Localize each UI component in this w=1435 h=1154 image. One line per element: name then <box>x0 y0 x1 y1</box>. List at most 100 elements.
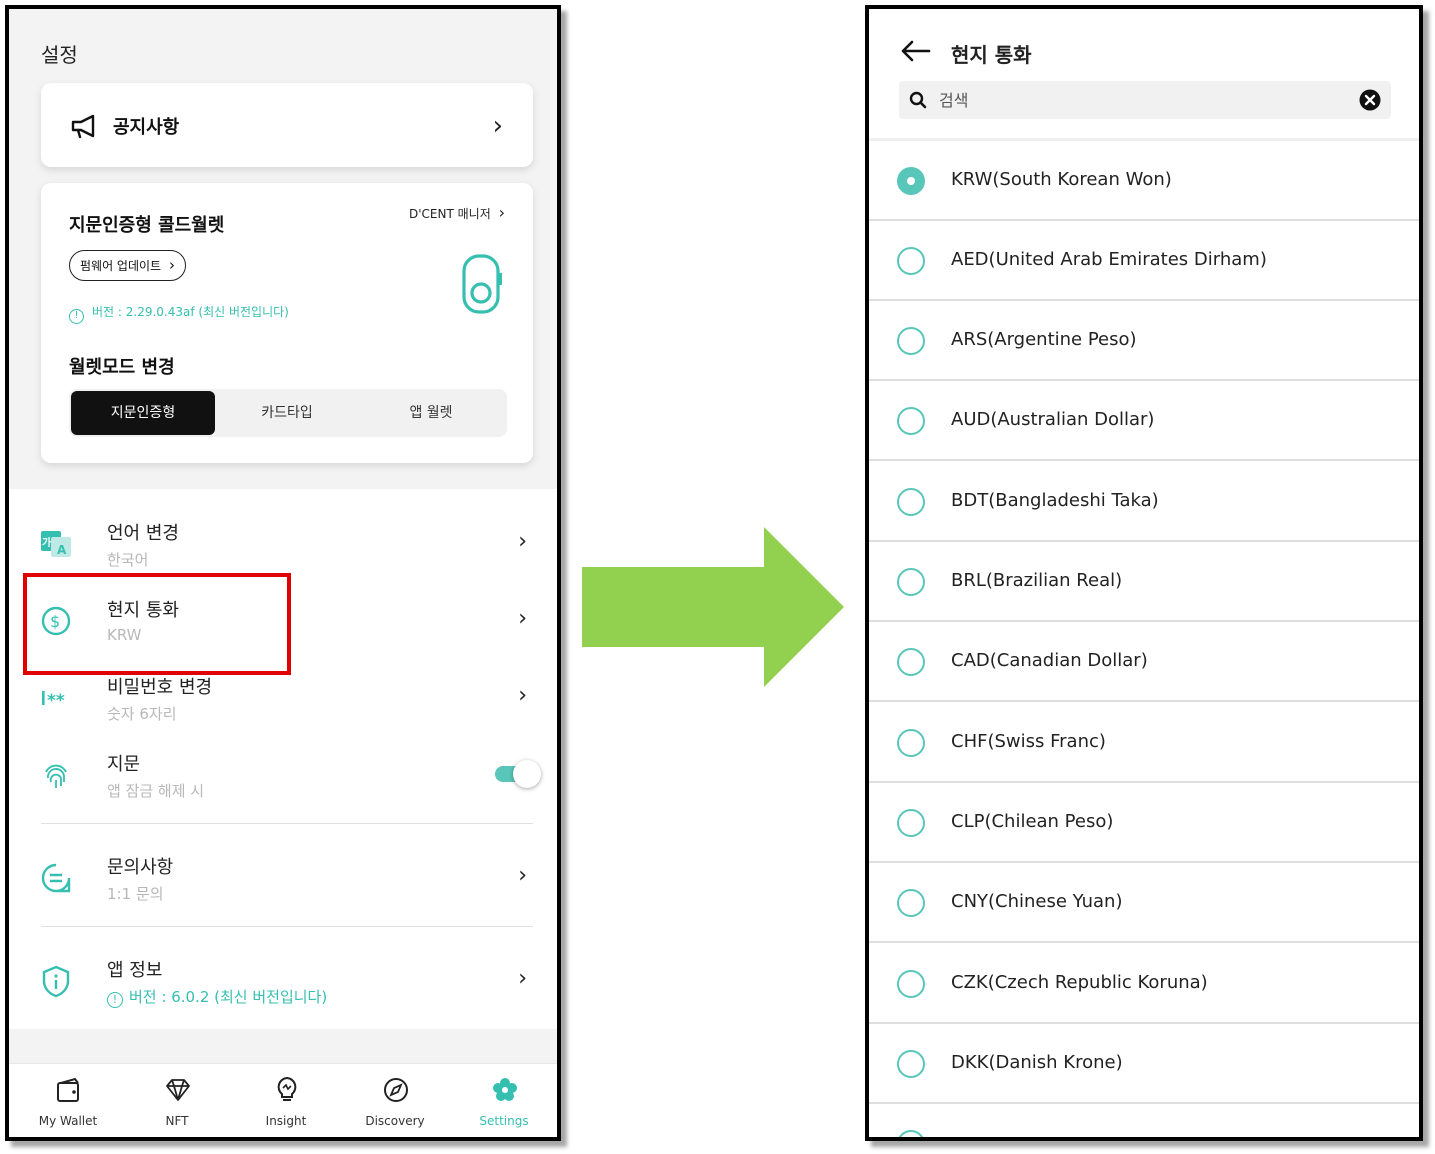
search-icon <box>909 91 927 109</box>
chevron-right-icon: › <box>518 863 527 888</box>
firmware-version: ! 버전 : 2.29.0.43af (최신 버전입니다) <box>69 303 289 324</box>
toggle-knob <box>513 760 541 788</box>
nav-label: Discovery <box>365 1114 425 1128</box>
radio-button[interactable] <box>897 648 925 676</box>
settings-list: 가 A 언어 변경 한국어 › $ 현지 통화 KRW › ** 비밀번호 변경… <box>9 489 557 1029</box>
nav-nft[interactable]: NFT <box>122 1064 232 1137</box>
chevron-right-icon: › <box>492 111 503 141</box>
nav-label: Insight <box>265 1114 307 1128</box>
radio-button[interactable] <box>897 327 925 355</box>
radio-button[interactable] <box>897 167 925 195</box>
radio-button[interactable] <box>897 407 925 435</box>
wallet-icon <box>57 1077 79 1102</box>
currency-row[interactable]: KRW(South Korean Won) <box>869 141 1419 221</box>
fingerprint-icon <box>45 764 67 788</box>
transition-arrow-icon <box>582 527 844 687</box>
nav-label: NFT <box>165 1114 189 1128</box>
radio-button[interactable] <box>897 1130 925 1137</box>
shield-icon <box>42 965 70 998</box>
currency-row[interactable]: CHF(Swiss Franc) <box>869 703 1419 783</box>
row-subtitle: 1:1 문의 <box>107 885 164 903</box>
row-title: 앱 정보 <box>107 960 163 981</box>
radio-button[interactable] <box>897 729 925 757</box>
settings-row-app-info[interactable]: 앱 정보 ! 버전 : 6.0.2 (최신 버전입니다) › <box>9 944 557 1020</box>
nav-my-wallet[interactable]: My Wallet <box>13 1064 123 1137</box>
chevron-right-icon: › <box>518 683 527 708</box>
firmware-update-button[interactable]: 펌웨어 업데이트 › <box>69 250 186 281</box>
svg-text:A: A <box>57 543 67 557</box>
currency-row[interactable]: BRL(Brazilian Real) <box>869 542 1419 622</box>
cold-wallet-device-icon <box>462 254 502 314</box>
currency-label: AED(United Arab Emirates Dirham) <box>951 249 1267 270</box>
mode-fingerprint-tab[interactable]: 지문인증형 <box>71 391 215 435</box>
currency-row[interactable]: AUD(Australian Dollar) <box>869 381 1419 461</box>
nav-settings[interactable]: Settings <box>449 1064 557 1137</box>
currency-label: CAD(Canadian Dollar) <box>951 650 1148 671</box>
chevron-right-icon: › <box>498 203 505 222</box>
search-input[interactable] <box>939 81 1339 119</box>
mode-app-wallet-tab[interactable]: 앱 월렛 <box>359 391 503 435</box>
clear-icon[interactable] <box>1359 89 1381 111</box>
chevron-right-icon: › <box>518 606 527 631</box>
radio-button[interactable] <box>897 809 925 837</box>
divider <box>41 926 533 927</box>
currency-row[interactable]: ARS(Argentine Peso) <box>869 301 1419 381</box>
currency-label: CNY(Chinese Yuan) <box>951 891 1123 912</box>
chat-bubble-icon <box>41 863 71 893</box>
firmware-version-text: 버전 : 2.29.0.43af (최신 버전입니다) <box>92 305 289 319</box>
currency-label: AUD(Australian Dollar) <box>951 409 1155 430</box>
back-arrow-icon[interactable] <box>899 39 931 63</box>
currency-label: BRL(Brazilian Real) <box>951 570 1123 591</box>
currency-row[interactable]: CAD(Canadian Dollar) <box>869 622 1419 702</box>
currency-row[interactable]: AED(United Arab Emirates Dirham) <box>869 221 1419 301</box>
highlight-box <box>23 573 291 675</box>
dcent-manager-link[interactable]: D'CENT 매니저 › <box>409 203 505 222</box>
gear-icon <box>493 1078 517 1101</box>
currency-row[interactable]: CZK(Czech Republic Koruna) <box>869 944 1419 1024</box>
app-version: ! 버전 : 6.0.2 (최신 버전입니다) <box>107 986 327 1008</box>
currency-row[interactable]: CLP(Chilean Peso) <box>869 783 1419 863</box>
currency-label: BDT(Bangladeshi Taka) <box>951 490 1159 511</box>
radio-button[interactable] <box>897 568 925 596</box>
currency-row[interactable]: CNY(Chinese Yuan) <box>869 863 1419 943</box>
info-icon: ! <box>69 309 84 324</box>
settings-row-inquiry[interactable]: 문의사항 1:1 문의 › <box>9 841 557 917</box>
wallet-mode-selector: 지문인증형 카드타입 앱 월렛 <box>69 389 507 437</box>
radio-button[interactable] <box>897 889 925 917</box>
nav-discovery[interactable]: Discovery <box>340 1064 450 1137</box>
row-subtitle: 숫자 6자리 <box>107 705 177 723</box>
notice-label: 공지사항 <box>113 117 180 138</box>
nav-insight[interactable]: Insight <box>231 1064 341 1137</box>
compass-icon <box>384 1078 408 1102</box>
page-title: 설정 <box>41 43 78 67</box>
settings-row-language[interactable]: 가 A 언어 변경 한국어 › <box>9 507 557 583</box>
svg-text:**: ** <box>47 691 65 711</box>
settings-row-fingerprint: 지문 앱 잠금 해제 시 <box>9 738 557 814</box>
chevron-right-icon: › <box>518 966 527 991</box>
wallet-mode-title: 월렛모드 변경 <box>69 357 175 378</box>
chevron-right-icon: › <box>168 256 175 274</box>
page-title: 현지 통화 <box>951 43 1032 67</box>
dcent-manager-label: D'CENT 매니저 <box>409 207 491 221</box>
currency-row[interactable]: DKK(Danish Krone) <box>869 1024 1419 1104</box>
mode-card-tab[interactable]: 카드타입 <box>215 391 359 435</box>
diamond-icon <box>166 1079 190 1101</box>
row-title: 지문 <box>107 754 141 775</box>
currency-label: CLP(Chilean Peso) <box>951 811 1114 832</box>
app-version-text: 버전 : 6.0.2 (최신 버전입니다) <box>129 988 328 1006</box>
radio-button[interactable] <box>897 970 925 998</box>
fingerprint-toggle[interactable] <box>495 760 541 788</box>
notice-card[interactable]: 공지사항 › <box>41 83 533 167</box>
radio-button[interactable] <box>897 1050 925 1078</box>
currency-row[interactable]: BDT(Bangladeshi Taka) <box>869 462 1419 542</box>
radio-button[interactable] <box>897 247 925 275</box>
row-title: 언어 변경 <box>107 523 179 544</box>
currency-label: CZK(Czech Republic Koruna) <box>951 972 1208 993</box>
divider <box>41 823 533 824</box>
currency-row-partial[interactable] <box>869 1104 1419 1137</box>
info-icon: ! <box>107 992 123 1008</box>
nav-label: My Wallet <box>38 1114 98 1128</box>
radio-button[interactable] <box>897 488 925 516</box>
row-title: 문의사항 <box>107 857 174 878</box>
bottom-nav: My Wallet NFT Insight Discovery Settings <box>9 1063 557 1137</box>
